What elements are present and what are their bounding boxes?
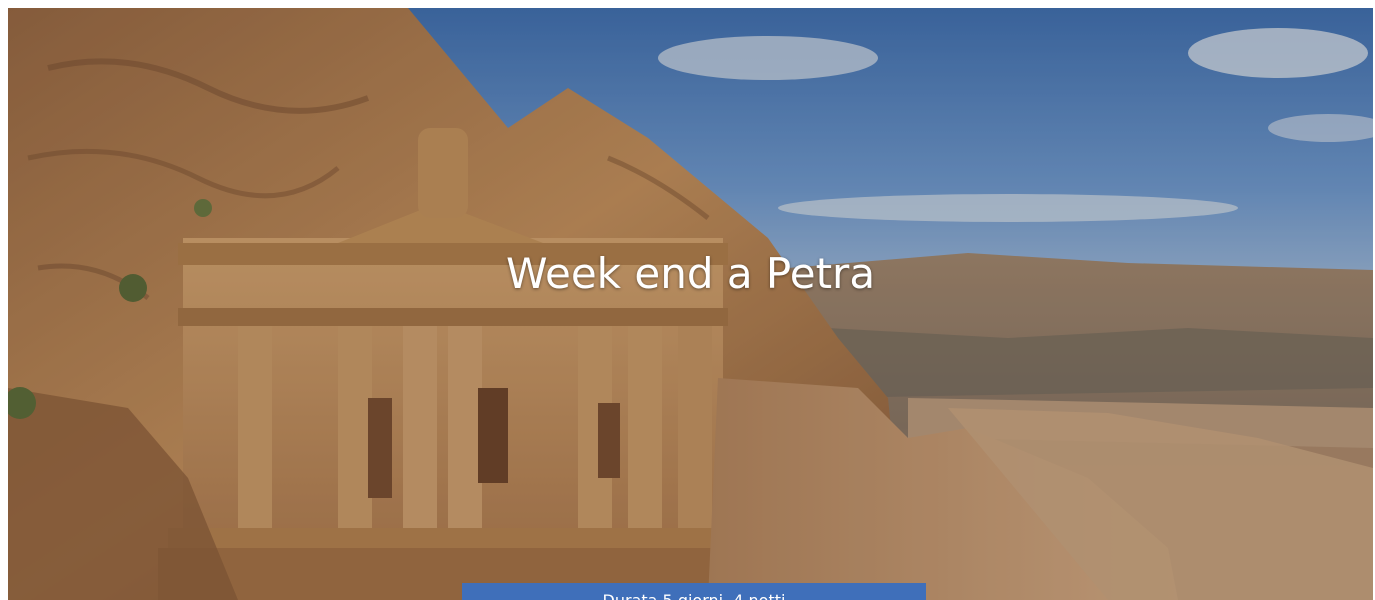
duration-badge: Durata 5 giorni, 4 notti	[462, 583, 926, 600]
hero-title: Week end a Petra	[505, 249, 876, 298]
hero-overlay	[8, 8, 1373, 600]
hero-banner: Week end a Petra Durata 5 giorni, 4 nott…	[8, 8, 1373, 600]
